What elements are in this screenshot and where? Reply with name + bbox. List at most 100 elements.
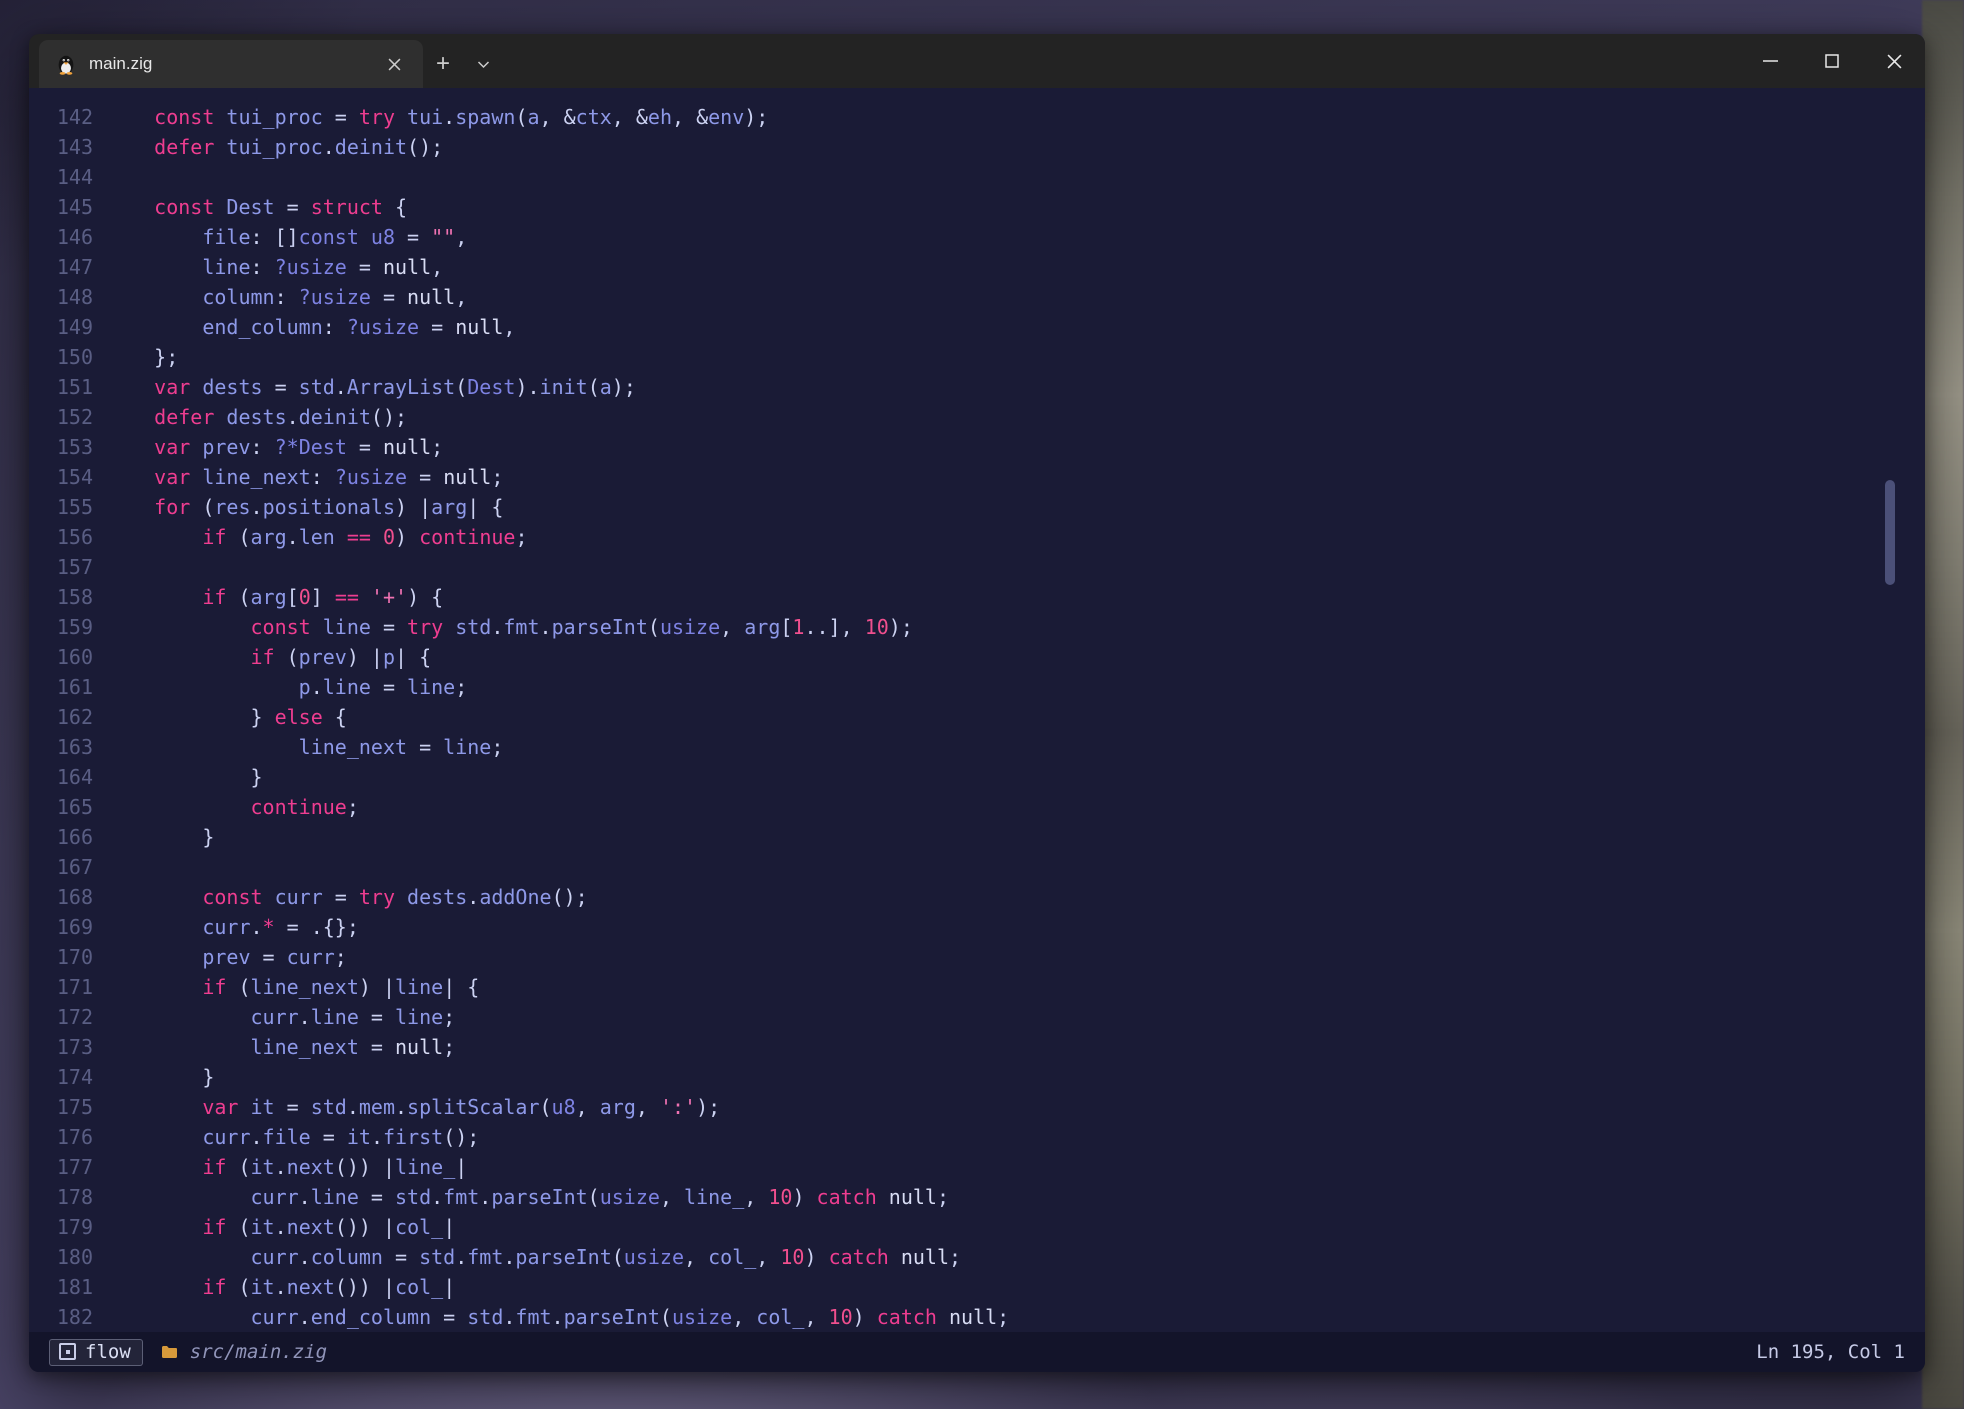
new-tab-button[interactable]: + — [423, 40, 463, 88]
line-number: 164 — [29, 762, 93, 792]
code-line[interactable]: 163 line_next = line; — [29, 732, 1925, 762]
code-line[interactable]: 151 var dests = std.ArrayList(Dest).init… — [29, 372, 1925, 402]
code-text: if (it.next()) |line_| — [106, 1155, 467, 1179]
code-line[interactable]: 148 column: ?usize = null, — [29, 282, 1925, 312]
code-text: p.line = line; — [106, 675, 467, 699]
line-number: 143 — [29, 132, 93, 162]
code-line[interactable]: 161 p.line = line; — [29, 672, 1925, 702]
line-number: 170 — [29, 942, 93, 972]
code-text: curr.line = std.fmt.parseInt(usize, line… — [106, 1185, 949, 1209]
code-line[interactable]: 173 line_next = null; — [29, 1032, 1925, 1062]
code-text: curr.line = line; — [106, 1005, 455, 1029]
line-number: 159 — [29, 612, 93, 642]
code-line[interactable]: 178 curr.line = std.fmt.parseInt(usize, … — [29, 1182, 1925, 1212]
code-text: defer tui_proc.deinit(); — [106, 135, 443, 159]
code-line[interactable]: 180 curr.column = std.fmt.parseInt(usize… — [29, 1242, 1925, 1272]
code-line[interactable]: 158 if (arg[0] == '+') { — [29, 582, 1925, 612]
code-line[interactable]: 143 defer tui_proc.deinit(); — [29, 132, 1925, 162]
scrollbar-thumb[interactable] — [1885, 480, 1895, 585]
code-text: const Dest = struct { — [106, 195, 407, 219]
line-number: 157 — [29, 552, 93, 582]
minimize-button[interactable] — [1739, 34, 1801, 88]
code-line[interactable]: 142 const tui_proc = try tui.spawn(a, &c… — [29, 102, 1925, 132]
line-number: 177 — [29, 1152, 93, 1182]
code-line[interactable]: 154 var line_next: ?usize = null; — [29, 462, 1925, 492]
code-line[interactable]: 164 } — [29, 762, 1925, 792]
file-path: src/main.zig — [190, 1341, 327, 1363]
code-line[interactable]: 179 if (it.next()) |col_| — [29, 1212, 1925, 1242]
line-number: 148 — [29, 282, 93, 312]
code-text: column: ?usize = null, — [106, 285, 467, 309]
line-number: 181 — [29, 1272, 93, 1302]
chevron-down-icon — [477, 60, 490, 69]
code-line[interactable]: 146 file: []const u8 = "", — [29, 222, 1925, 252]
code-text: line_next = null; — [106, 1035, 455, 1059]
code-text: var it = std.mem.splitScalar(u8, arg, ':… — [106, 1095, 720, 1119]
tux-penguin-icon — [55, 53, 77, 75]
code-text: var dests = std.ArrayList(Dest).init(a); — [106, 375, 636, 399]
code-line[interactable]: 176 curr.file = it.first(); — [29, 1122, 1925, 1152]
code-line[interactable]: 182 curr.end_column = std.fmt.parseInt(u… — [29, 1302, 1925, 1332]
maximize-button[interactable] — [1801, 34, 1863, 88]
code-text: } — [106, 1065, 214, 1089]
line-number: 174 — [29, 1062, 93, 1092]
maximize-icon — [1825, 54, 1839, 68]
code-line[interactable]: 168 const curr = try dests.addOne(); — [29, 882, 1925, 912]
code-line[interactable]: 147 line: ?usize = null, — [29, 252, 1925, 282]
code-line[interactable]: 177 if (it.next()) |line_| — [29, 1152, 1925, 1182]
code-text: line_next = line; — [106, 735, 503, 759]
code-line[interactable]: 156 if (arg.len == 0) continue; — [29, 522, 1925, 552]
line-number: 154 — [29, 462, 93, 492]
line-number: 166 — [29, 822, 93, 852]
code-line[interactable]: 171 if (line_next) |line| { — [29, 972, 1925, 1002]
code-line[interactable]: 174 } — [29, 1062, 1925, 1092]
code-text: if (it.next()) |col_| — [106, 1215, 455, 1239]
code-line[interactable]: 165 continue; — [29, 792, 1925, 822]
code-line[interactable]: 170 prev = curr; — [29, 942, 1925, 972]
line-number: 163 — [29, 732, 93, 762]
code-line[interactable]: 153 var prev: ?*Dest = null; — [29, 432, 1925, 462]
line-number: 171 — [29, 972, 93, 1002]
line-number: 167 — [29, 852, 93, 882]
code-line[interactable]: 157 — [29, 552, 1925, 582]
code-line[interactable]: 145 const Dest = struct { — [29, 192, 1925, 222]
statusbar: flow src/main.zig Ln 195, Col 1 — [29, 1332, 1925, 1372]
code-line[interactable]: 162 } else { — [29, 702, 1925, 732]
code-line[interactable]: 144 — [29, 162, 1925, 192]
code-text: prev = curr; — [106, 945, 347, 969]
code-line[interactable]: 152 defer dests.deinit(); — [29, 402, 1925, 432]
code-text: for (res.positionals) |arg| { — [106, 495, 503, 519]
code-text: curr.column = std.fmt.parseInt(usize, co… — [106, 1245, 961, 1269]
code-line[interactable]: 150 }; — [29, 342, 1925, 372]
titlebar[interactable]: main.zig + — [29, 34, 1925, 88]
code-line[interactable]: 155 for (res.positionals) |arg| { — [29, 492, 1925, 522]
code-line[interactable]: 160 if (prev) |p| { — [29, 642, 1925, 672]
code-line[interactable]: 181 if (it.next()) |col_| — [29, 1272, 1925, 1302]
code-text: defer dests.deinit(); — [106, 405, 407, 429]
code-text: } else { — [106, 705, 347, 729]
code-text: } — [106, 765, 263, 789]
code-text: if (prev) |p| { — [106, 645, 431, 669]
code-text: if (line_next) |line| { — [106, 975, 479, 999]
flow-mode-badge[interactable]: flow — [49, 1339, 143, 1366]
code-line[interactable]: 167 — [29, 852, 1925, 882]
code-editor[interactable]: 142 const tui_proc = try tui.spawn(a, &c… — [29, 88, 1925, 1332]
code-line[interactable]: 175 var it = std.mem.splitScalar(u8, arg… — [29, 1092, 1925, 1122]
code-line[interactable]: 172 curr.line = line; — [29, 1002, 1925, 1032]
code-text: if (it.next()) |col_| — [106, 1275, 455, 1299]
line-number: 162 — [29, 702, 93, 732]
line-number: 160 — [29, 642, 93, 672]
code-line[interactable]: 159 const line = try std.fmt.parseInt(us… — [29, 612, 1925, 642]
close-button[interactable] — [1863, 34, 1925, 88]
tab-main-zig[interactable]: main.zig — [39, 40, 423, 88]
code-line[interactable]: 149 end_column: ?usize = null, — [29, 312, 1925, 342]
code-line[interactable]: 166 } — [29, 822, 1925, 852]
tab-close-icon[interactable] — [381, 51, 407, 77]
window-controls — [1739, 34, 1925, 88]
code-text: const curr = try dests.addOne(); — [106, 885, 588, 909]
line-number: 168 — [29, 882, 93, 912]
code-line[interactable]: 169 curr.* = .{}; — [29, 912, 1925, 942]
code-text: curr.file = it.first(); — [106, 1125, 479, 1149]
line-number: 144 — [29, 162, 93, 192]
tab-list-dropdown-button[interactable] — [463, 40, 503, 88]
